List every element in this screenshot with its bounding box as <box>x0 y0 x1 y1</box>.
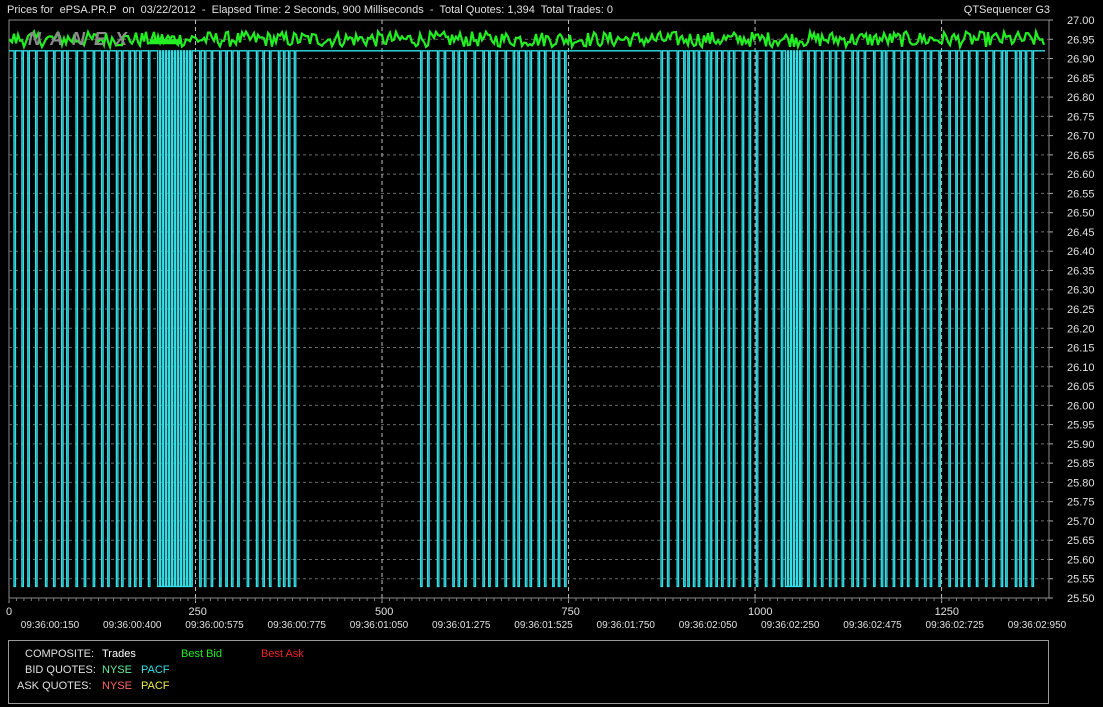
watermark-logo: NANEX <box>28 29 136 49</box>
y-tick-label: 26.75 <box>1067 111 1095 123</box>
y-tick-label: 26.85 <box>1067 73 1095 85</box>
time-label: 09:36:02:725 <box>926 620 985 631</box>
y-tick-label: 25.60 <box>1067 554 1095 566</box>
y-tick-label: 26.50 <box>1067 208 1095 220</box>
y-tick-label: 26.90 <box>1067 54 1095 66</box>
y-tick-label: 25.50 <box>1067 593 1095 605</box>
legend-bid-pacf: PACF <box>141 664 170 676</box>
x-tick-label: 500 <box>375 606 393 618</box>
y-tick-label: 26.10 <box>1067 362 1095 374</box>
y-tick-label: 26.60 <box>1067 169 1095 181</box>
time-label: 09:36:02:950 <box>1008 620 1067 631</box>
y-tick-label: 26.65 <box>1067 150 1095 162</box>
legend-bid-nyse: NYSE <box>102 664 132 676</box>
y-tick-label: 25.55 <box>1067 574 1095 586</box>
legend-bid-quotes-label: BID QUOTES: <box>25 664 96 676</box>
time-label: 09:36:00:775 <box>268 620 327 631</box>
y-tick-label: 25.95 <box>1067 420 1095 432</box>
x-tick-label: 750 <box>562 606 580 618</box>
y-tick-label: 26.30 <box>1067 285 1095 297</box>
time-label: 09:36:02:475 <box>843 620 902 631</box>
y-tick-label: 26.35 <box>1067 265 1095 277</box>
y-tick-label: 27.00 <box>1067 15 1095 27</box>
y-tick-label: 26.70 <box>1067 131 1095 143</box>
y-tick-label: 26.45 <box>1067 227 1095 239</box>
y-tick-label: 25.80 <box>1067 477 1095 489</box>
y-tick-label: 26.55 <box>1067 188 1095 200</box>
time-label: 09:36:01:275 <box>432 620 491 631</box>
price-chart: NANEX 27.00 26.95 26.90 26.85 26.80 26.75 26.7… <box>6 15 1095 631</box>
y-tick-label: 25.90 <box>1067 439 1095 451</box>
x-axis: 0 250 500 750 1000 1250 <box>6 598 1047 618</box>
y-tick-label: 26.00 <box>1067 400 1095 412</box>
y-tick-label: 26.15 <box>1067 343 1095 355</box>
legend-best-ask: Best Ask <box>261 648 304 660</box>
y-tick-label: 26.40 <box>1067 246 1095 258</box>
time-label: 09:36:02:050 <box>679 620 738 631</box>
x-tick-label: 0 <box>6 606 12 618</box>
y-tick-label: 25.65 <box>1067 535 1095 547</box>
y-tick-label: 26.25 <box>1067 304 1095 316</box>
y-tick-label: 26.95 <box>1067 34 1095 46</box>
time-axis: 09:36:00:150 09:36:00:400 09:36:00:575 09:3… <box>21 620 1067 631</box>
y-tick-label: 25.70 <box>1067 516 1095 528</box>
y-tick-label: 26.80 <box>1067 92 1095 104</box>
legend-trades: Trades <box>102 648 136 660</box>
time-label: 09:36:02:250 <box>761 620 820 631</box>
time-label: 09:36:00:150 <box>21 620 80 631</box>
y-tick-label: 26.05 <box>1067 381 1095 393</box>
legend-best-bid: Best Bid <box>181 648 222 660</box>
legend-ask-pacf: PACF <box>141 680 170 692</box>
y-tick-label: 25.85 <box>1067 458 1095 470</box>
y-tick-label: 25.75 <box>1067 497 1095 509</box>
best-bid-dense-block <box>150 39 182 45</box>
time-label: 09:36:01:525 <box>514 620 573 631</box>
x-tick-label: 1250 <box>935 606 959 618</box>
x-tick-label: 250 <box>189 606 207 618</box>
legend-composite-label: COMPOSITE: <box>25 648 95 660</box>
x-tick-label: 1000 <box>748 606 772 618</box>
y-tick-label: 26.20 <box>1067 323 1095 335</box>
time-label: 09:36:01:750 <box>597 620 656 631</box>
legend: COMPOSITE: Trades Best Bid Best Ask BID … <box>8 640 1049 704</box>
legend-ask-quotes-label: ASK QUOTES: <box>17 680 92 692</box>
time-label: 09:36:01:050 <box>350 620 409 631</box>
time-label: 09:36:00:400 <box>103 620 162 631</box>
y-axis: 27.00 26.95 26.90 26.85 26.80 26.75 26.70 26.65… <box>1049 15 1095 605</box>
legend-ask-nyse: NYSE <box>102 680 132 692</box>
time-label: 09:36:00:575 <box>185 620 244 631</box>
